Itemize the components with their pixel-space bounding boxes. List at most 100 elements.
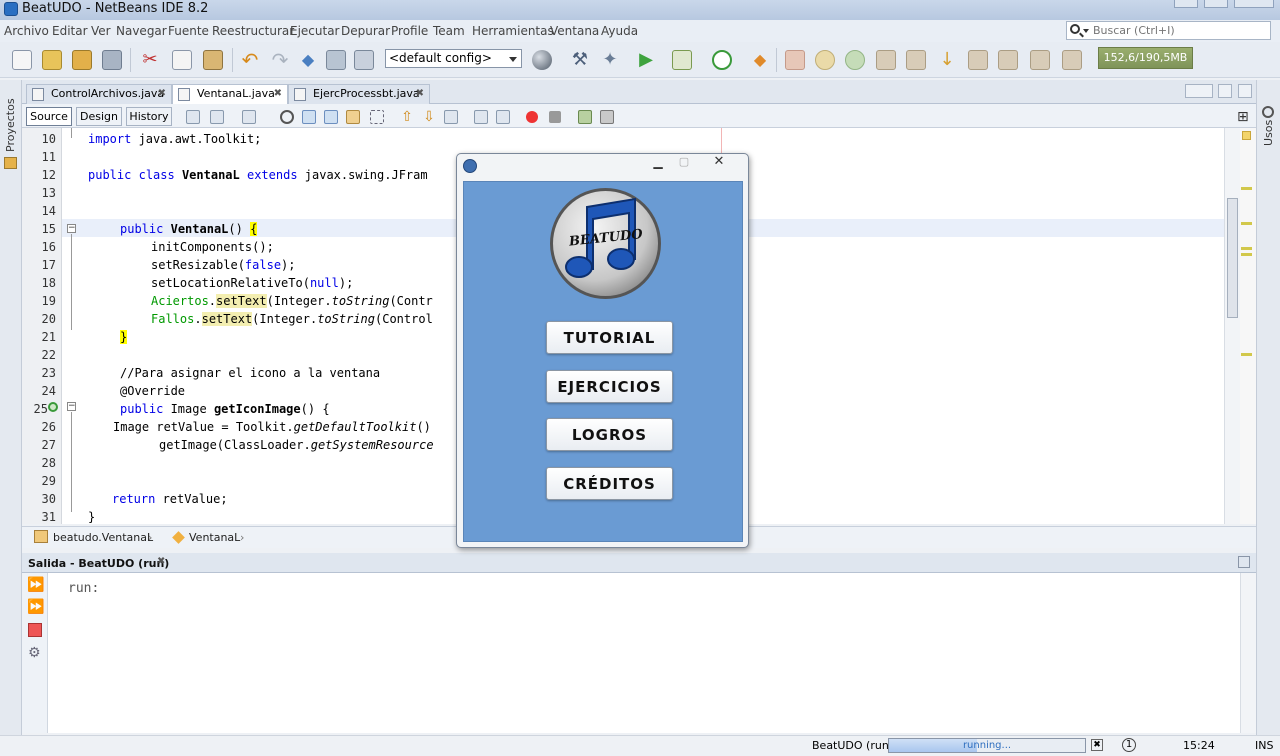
undo-icon[interactable]: ↶ (240, 50, 260, 70)
pause-icon[interactable] (815, 50, 835, 70)
rerun-params-icon[interactable]: ⏩ (27, 599, 44, 615)
apply-code-icon[interactable] (1030, 50, 1050, 70)
search-input[interactable] (1093, 23, 1263, 38)
stop-icon[interactable] (785, 50, 805, 70)
redo-icon[interactable]: ↷ (270, 50, 290, 70)
history-tab[interactable]: History (126, 107, 172, 126)
step-over-expr-icon[interactable] (906, 50, 926, 70)
tab-controlarchivos[interactable]: ControlArchivos.java ✖ (26, 84, 172, 104)
uncomment-icon[interactable] (600, 110, 614, 124)
close-icon[interactable]: ✖ (158, 85, 166, 103)
step-out-icon[interactable] (968, 50, 988, 70)
overview-marker[interactable] (1241, 247, 1252, 250)
app-maximize-button[interactable]: ▢ (671, 155, 697, 171)
plugin-icon[interactable] (354, 50, 374, 70)
stop-icon[interactable] (28, 623, 42, 637)
usages-icon[interactable] (1262, 106, 1274, 118)
find-next-icon[interactable] (324, 110, 338, 124)
maximize-output-button[interactable] (1238, 556, 1250, 568)
profile-icon[interactable] (712, 50, 732, 70)
editor-scrollbar[interactable] (1224, 128, 1240, 524)
cut-icon[interactable]: ✂ (140, 50, 160, 70)
step-into-icon[interactable]: ↓ (937, 50, 957, 70)
toggle-highlight-icon[interactable] (346, 110, 360, 124)
settings-icon[interactable]: ⚙ (28, 645, 41, 661)
close-icon[interactable]: ✖ (274, 85, 282, 103)
copy-icon[interactable] (172, 50, 192, 70)
menu-editar[interactable]: Editar (52, 24, 88, 38)
continue-icon[interactable] (845, 50, 865, 70)
tab-ventanal[interactable]: VentanaL.java ✖ (172, 84, 288, 104)
fold-collapse-icon[interactable]: − (67, 402, 76, 411)
chevron-down-icon[interactable] (1083, 29, 1089, 33)
save-all-icon[interactable] (102, 50, 122, 70)
fold-collapse-icon[interactable]: − (67, 224, 76, 233)
last-edit-icon[interactable] (186, 110, 200, 124)
debug-icon[interactable] (672, 50, 692, 70)
tab-scroll-arrows[interactable] (1185, 84, 1213, 98)
menu-ver[interactable]: Ver (91, 24, 111, 38)
comment-icon[interactable] (578, 110, 592, 124)
quick-search[interactable] (1066, 21, 1271, 40)
forward-icon[interactable] (242, 110, 256, 124)
run-icon[interactable]: ▶ (636, 50, 656, 70)
new-file-icon[interactable] (12, 50, 32, 70)
hammer-icon[interactable]: ⚒ (570, 50, 590, 70)
snapshot-icon[interactable] (1062, 50, 1082, 70)
apply-changes-icon[interactable]: ◆ (750, 50, 770, 70)
notification-icon[interactable]: 1 (1122, 738, 1136, 752)
menu-team[interactable]: Team (433, 24, 465, 38)
paste-icon[interactable] (203, 50, 223, 70)
overview-marker[interactable] (1241, 187, 1252, 190)
find-icon[interactable] (280, 110, 294, 124)
scrollbar-thumb[interactable] (1227, 198, 1238, 318)
minimize-button[interactable] (1174, 0, 1198, 8)
back-icon[interactable] (210, 110, 224, 124)
record-macro-icon[interactable] (526, 111, 538, 123)
ejercicios-button[interactable]: EJERCICIOS (546, 370, 673, 403)
prev-bookmark-icon[interactable]: ⇧ (400, 110, 414, 124)
output-console[interactable] (48, 573, 1240, 733)
menu-ayuda[interactable]: Ayuda (601, 24, 638, 38)
source-tab[interactable]: Source (26, 107, 72, 126)
globe-icon[interactable] (532, 50, 552, 70)
maximize-editor-button[interactable] (1238, 84, 1252, 98)
close-button[interactable] (1234, 0, 1274, 8)
memory-indicator[interactable]: 152,6/190,5MB (1098, 47, 1193, 69)
maximize-button[interactable] (1204, 0, 1228, 8)
web-icon[interactable] (326, 50, 346, 70)
gem-icon[interactable]: ◆ (298, 50, 318, 70)
override-marker-icon[interactable] (48, 402, 58, 412)
open-project-icon[interactable] (72, 50, 92, 70)
design-tab[interactable]: Design (76, 107, 122, 126)
overview-marker[interactable] (1241, 222, 1252, 225)
clean-build-icon[interactable]: ✦ (600, 50, 620, 70)
stop-macro-icon[interactable] (549, 111, 561, 123)
app-minimize-button[interactable]: ▁ (645, 155, 671, 171)
logros-button[interactable]: LOGROS (546, 418, 673, 451)
breadcrumb-class[interactable]: beatudo.VentanaL (53, 531, 153, 544)
menu-ventana[interactable]: Ventana (550, 24, 599, 38)
shift-left-icon[interactable] (474, 110, 488, 124)
projects-label[interactable]: Proyectos (4, 98, 17, 152)
run-to-cursor-icon[interactable] (998, 50, 1018, 70)
find-prev-icon[interactable] (302, 110, 316, 124)
creditos-button[interactable]: CRÉDITOS (546, 467, 673, 500)
new-project-icon[interactable] (42, 50, 62, 70)
menu-archivo[interactable]: Archivo (4, 24, 49, 38)
breadcrumb-member[interactable]: VentanaL (189, 531, 240, 544)
menu-ejecutar[interactable]: Ejecutar (290, 24, 340, 38)
split-view-icon[interactable]: ⊞ (1237, 109, 1249, 125)
usages-label[interactable]: Usos (1262, 120, 1275, 146)
menu-reestructurar[interactable]: Reestructurar (212, 24, 294, 38)
output-scrollbar[interactable] (1240, 573, 1256, 733)
app-close-button[interactable]: ✕ (703, 154, 735, 170)
tab-ejercprocessbt[interactable]: EjercProcessbt.java ✖ (288, 84, 430, 104)
step-over-icon[interactable] (876, 50, 896, 70)
shift-right-icon[interactable] (496, 110, 510, 124)
tab-list-button[interactable] (1218, 84, 1232, 98)
toggle-bookmark-icon[interactable] (444, 110, 458, 124)
run-progress[interactable]: running... (888, 738, 1086, 753)
close-icon[interactable]: ✖ (157, 556, 165, 567)
cancel-task-icon[interactable]: ✖ (1091, 739, 1103, 751)
